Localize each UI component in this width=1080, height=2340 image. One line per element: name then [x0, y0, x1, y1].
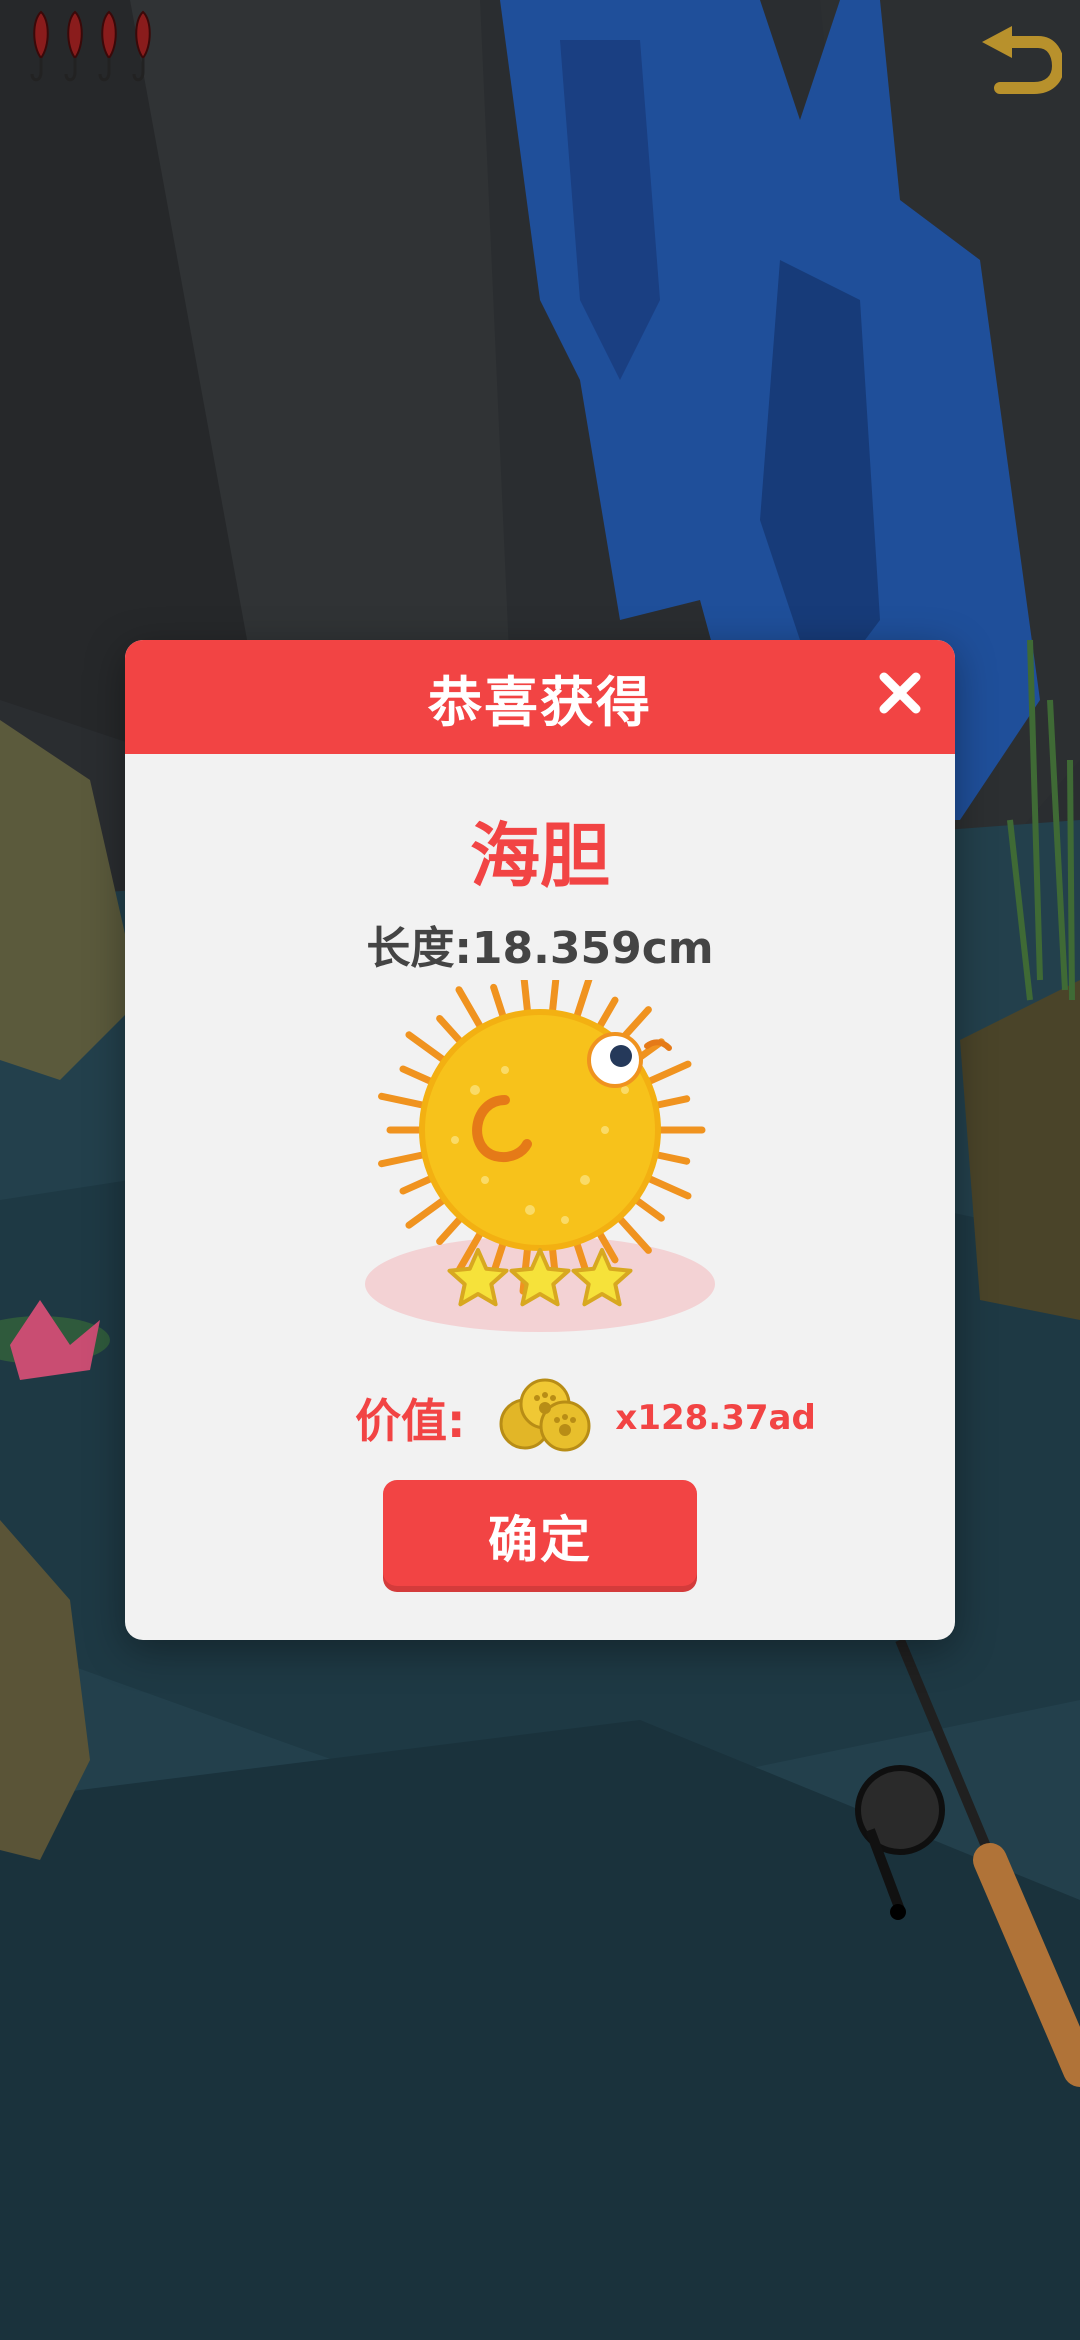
rating-stars [447, 1248, 633, 1307]
fish-length: 长度:18.359cm [366, 923, 714, 974]
reward-dialog: 恭喜获得 海胆 长度:18.359cm 价值: x128.37ad 确定 [125, 640, 955, 1640]
bait-icon [98, 10, 117, 82]
close-button[interactable] [865, 658, 935, 728]
value-label: 价值: [355, 1394, 466, 1448]
bait-icon [132, 10, 151, 82]
coin-stack-icon [499, 1378, 591, 1452]
undo-arrow-icon [982, 26, 1062, 94]
fish-name: 海胆 [470, 815, 610, 897]
value-amount: x128.37ad [615, 1398, 816, 1438]
bait-icon [30, 10, 49, 82]
dialog-header: 恭喜获得 [125, 640, 955, 754]
bait-icon [64, 10, 83, 82]
confirm-label: 确定 [488, 1512, 592, 1568]
value-row: 价值: x128.37ad [355, 1378, 955, 1458]
confirm-button[interactable]: 确定 [383, 1480, 697, 1592]
back-button[interactable] [976, 24, 1062, 104]
dialog-title: 恭喜获得 [428, 670, 652, 734]
sea-urchin-illustration [365, 980, 715, 1332]
close-icon [879, 672, 921, 714]
bait-counter [28, 10, 156, 88]
